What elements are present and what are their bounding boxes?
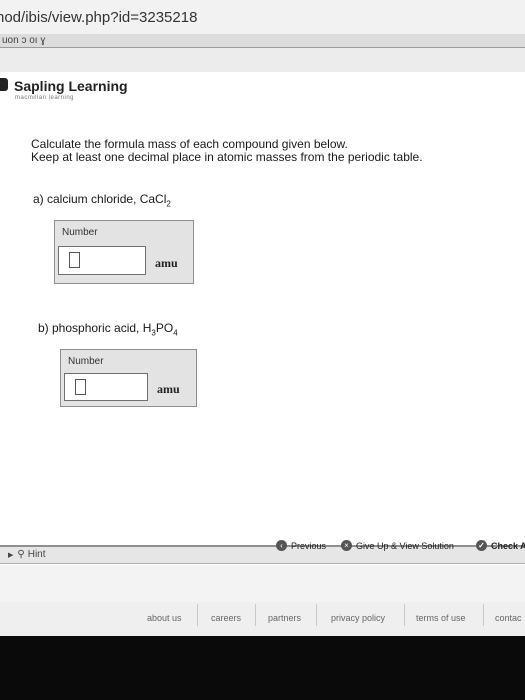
part-a-answer-box: Number amu bbox=[54, 220, 194, 284]
part-a-field-label: Number bbox=[62, 227, 98, 238]
url-text: nod/ibis/view.php?id=3235218 bbox=[0, 9, 198, 26]
part-a-prompt: a) calcium chloride, CaCl2 bbox=[33, 192, 171, 208]
check-answer-button[interactable]: ✓ Check A bbox=[476, 540, 525, 551]
footer-link-about-us[interactable]: about us bbox=[147, 613, 182, 623]
part-b-text-tail: PO bbox=[155, 321, 174, 335]
triangle-right-icon: ▶ bbox=[8, 551, 14, 559]
part-b-prompt: b) phosphoric acid, H3PO4 bbox=[38, 321, 178, 337]
part-b-subscript-2: 4 bbox=[173, 328, 178, 338]
check-label: Check A bbox=[491, 540, 525, 551]
part-a-subscript: 2 bbox=[166, 199, 171, 209]
part-b-answer-box: Number amu bbox=[60, 349, 197, 407]
part-b-unit: amu bbox=[157, 382, 180, 396]
text-cursor-icon bbox=[75, 379, 86, 395]
footer-separator bbox=[404, 604, 405, 626]
tab-text: uon ɔ oı ɣ bbox=[2, 35, 46, 46]
checkmark-icon: ✓ bbox=[476, 540, 487, 551]
content-bottom-background bbox=[0, 565, 525, 602]
footer-link-privacy-policy[interactable]: privacy policy bbox=[331, 613, 385, 623]
part-a-unit: amu bbox=[155, 256, 178, 270]
give-up-label: Give Up & View Solution bbox=[356, 540, 454, 551]
footer-link-terms-of-use[interactable]: terms of use bbox=[416, 613, 466, 623]
hint-label: Hint bbox=[27, 549, 46, 560]
footer-link-careers[interactable]: careers bbox=[211, 613, 241, 623]
footer-link-contact[interactable]: contac bbox=[495, 613, 522, 623]
previous-button[interactable]: ‹ Previous bbox=[276, 540, 326, 551]
part-b-field-label: Number bbox=[68, 356, 104, 367]
brand-tagline: macmillan learning bbox=[15, 95, 75, 101]
page-top-background bbox=[0, 48, 525, 72]
lightbulb-icon: ⚲ bbox=[17, 549, 25, 560]
arrow-left-icon: ‹ bbox=[276, 540, 287, 551]
footer-separator bbox=[255, 604, 256, 626]
part-a-number-input[interactable] bbox=[58, 246, 146, 275]
instruction-line-2: Keep at least one decimal place in atomi… bbox=[31, 150, 423, 164]
previous-label: Previous bbox=[291, 540, 327, 551]
footer-link-partners[interactable]: partners bbox=[268, 613, 301, 623]
footer-separator bbox=[197, 604, 198, 626]
footer-separator bbox=[316, 604, 317, 626]
part-a-text: a) calcium chloride, CaCl bbox=[33, 192, 167, 206]
instruction-line-1: Calculate the formula mass of each compo… bbox=[31, 137, 348, 151]
close-icon: × bbox=[341, 540, 352, 551]
give-up-button[interactable]: × Give Up & View Solution bbox=[341, 540, 454, 551]
sapling-logo-icon bbox=[0, 78, 8, 91]
brand-name: Sapling Learning bbox=[14, 78, 128, 94]
footer-separator bbox=[483, 604, 484, 626]
address-bar[interactable]: nod/ibis/view.php?id=3235218 bbox=[0, 0, 525, 34]
hint-button[interactable]: ▶ ⚲ Hint bbox=[8, 549, 46, 560]
text-cursor-icon bbox=[69, 252, 80, 268]
tab-strip: uon ɔ oı ɣ bbox=[0, 34, 525, 48]
screen-bottom-bezel bbox=[0, 636, 525, 700]
part-b-text: b) phosphoric acid, H bbox=[38, 321, 152, 335]
part-b-number-input[interactable] bbox=[64, 373, 148, 401]
